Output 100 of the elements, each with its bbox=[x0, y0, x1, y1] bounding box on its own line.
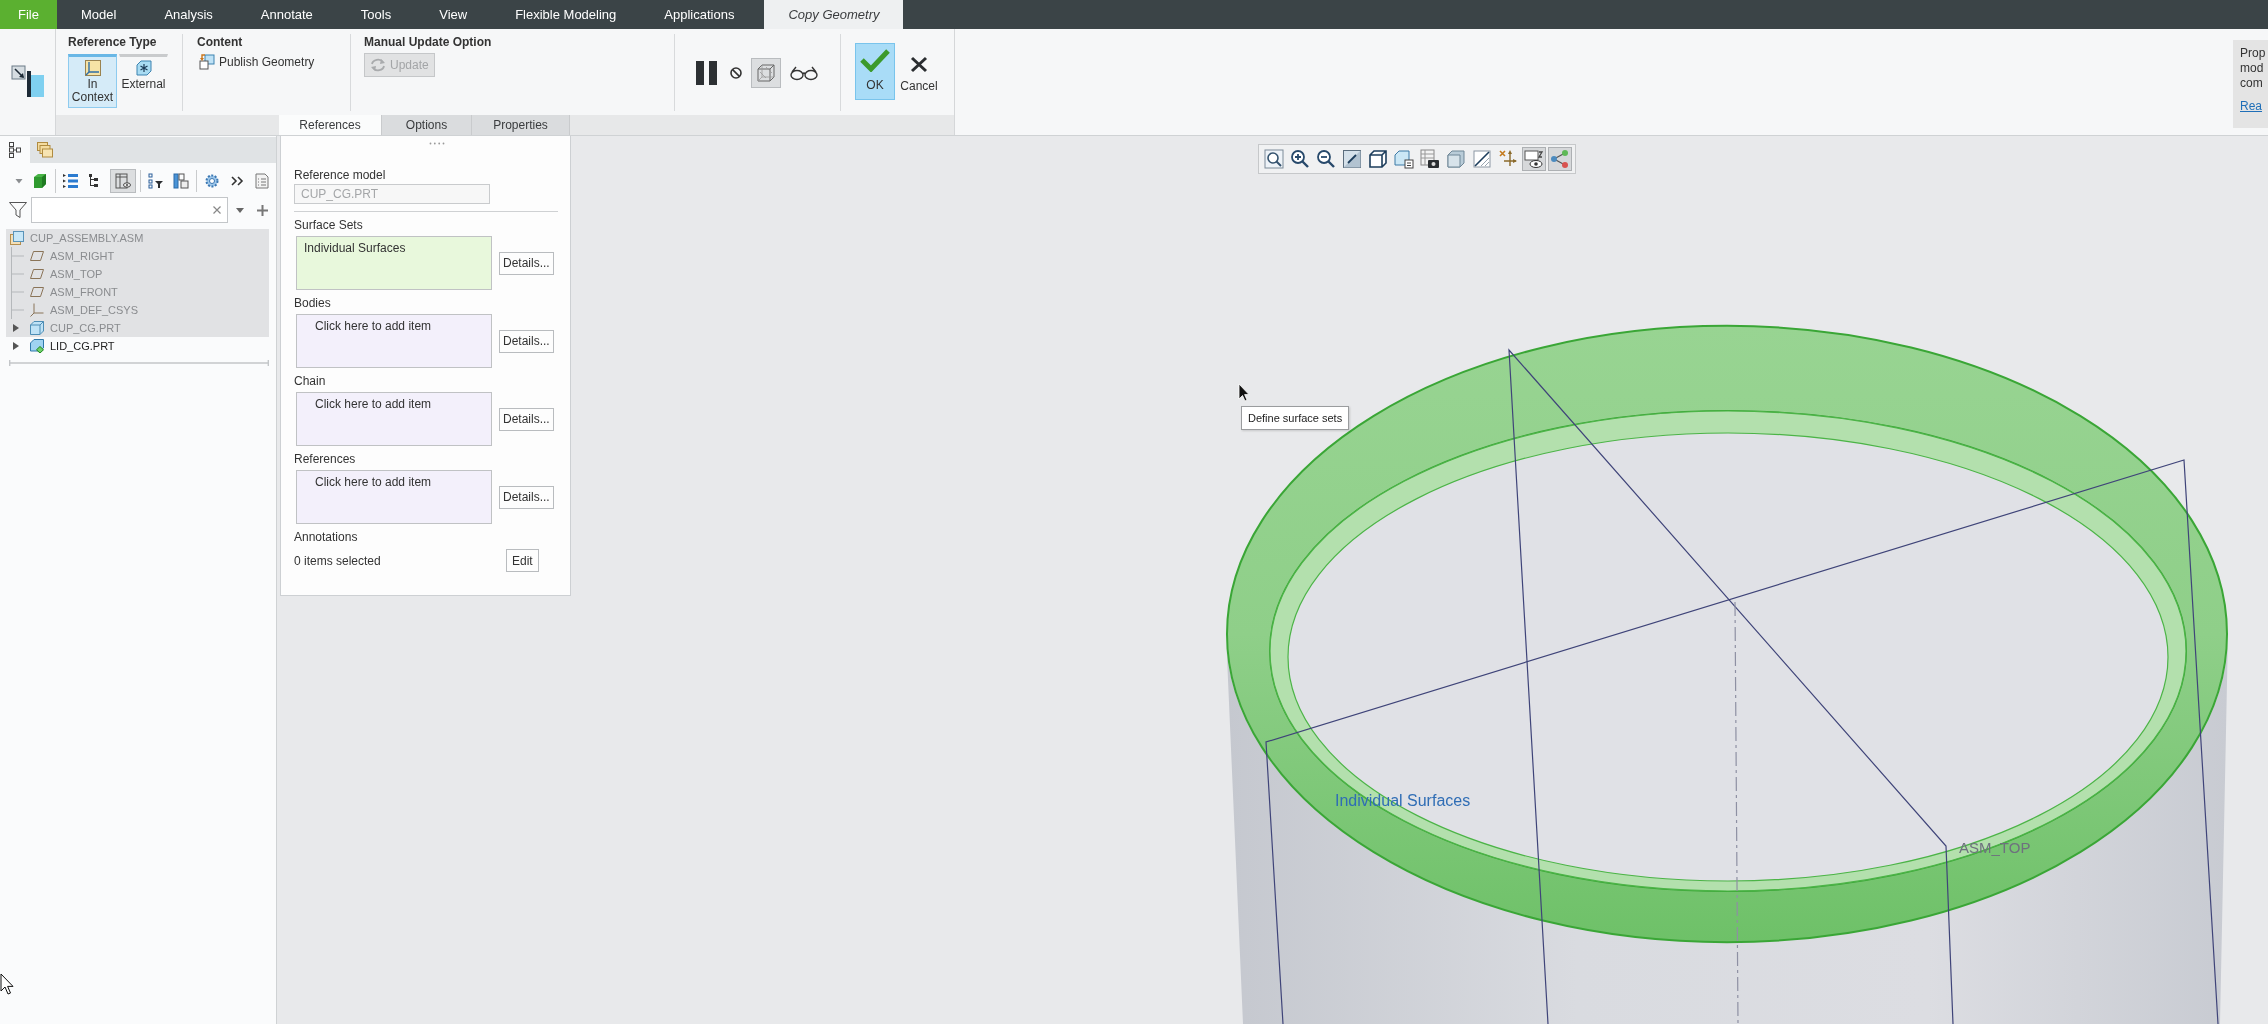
cube-icon bbox=[32, 172, 48, 189]
view-toolbar-button[interactable] bbox=[1470, 147, 1494, 171]
table-eye-icon bbox=[115, 172, 131, 189]
selection-count: 0 items selected bbox=[294, 553, 382, 568]
group-title: Reference Type bbox=[68, 35, 158, 49]
collector-field[interactable]: Click here to add item bbox=[296, 392, 492, 446]
tree-filter-icon bbox=[148, 172, 164, 189]
dialog-tab[interactable]: References bbox=[279, 115, 382, 135]
pause-icon bbox=[696, 60, 718, 85]
columns-icon bbox=[173, 172, 189, 189]
section-label: Annotations bbox=[294, 530, 359, 544]
search-field[interactable] bbox=[31, 197, 228, 223]
notification-text: Prop mod com bbox=[2240, 46, 2267, 91]
tree-connector bbox=[11, 265, 24, 283]
plane-icon bbox=[30, 267, 44, 281]
camera-icon bbox=[1420, 149, 1440, 169]
notification-link[interactable]: Rea bbox=[2240, 99, 2262, 113]
eye-icon bbox=[1524, 149, 1544, 169]
collector-label: Surface Sets bbox=[294, 218, 364, 232]
cube-star-icon bbox=[135, 60, 152, 76]
shaded-cube-icon bbox=[1446, 149, 1466, 169]
scrollbar-track[interactable] bbox=[9, 360, 269, 366]
tree-item[interactable]: LID_CG.PRT bbox=[6, 337, 269, 355]
check-icon bbox=[860, 48, 890, 72]
datum-label: ASM_TOP bbox=[1959, 839, 2031, 856]
field-label: Reference model bbox=[294, 168, 387, 182]
view-toolbar-button[interactable] bbox=[1366, 147, 1390, 171]
view-toolbar-button[interactable] bbox=[1340, 147, 1364, 171]
active-part-icon bbox=[30, 339, 44, 353]
shaded-square-icon bbox=[1342, 149, 1362, 169]
coordinate-system-icon bbox=[30, 303, 44, 317]
layers-icon bbox=[37, 142, 53, 158]
tree-connector bbox=[11, 283, 24, 301]
refresh-icon bbox=[370, 58, 386, 72]
ok-button[interactable]: OK bbox=[855, 43, 895, 100]
clear-icon[interactable] bbox=[213, 206, 221, 214]
view-toolbar-button[interactable] bbox=[1418, 147, 1442, 171]
frame-axes-icon bbox=[84, 60, 101, 76]
cube-sheet-icon bbox=[1394, 149, 1414, 169]
collector-field[interactable]: Click here to add item bbox=[296, 470, 492, 524]
collector-field[interactable]: Individual Surfaces bbox=[296, 236, 492, 290]
filter-icon[interactable] bbox=[9, 202, 27, 218]
view-toolbar-button[interactable] bbox=[1522, 147, 1546, 171]
cursor-icon bbox=[1238, 383, 1250, 402]
zoom-out-icon bbox=[1316, 149, 1336, 169]
tree-icon bbox=[9, 142, 21, 158]
menu-tab[interactable]: Analysis bbox=[140, 0, 237, 29]
dropdown-arrow-icon bbox=[15, 176, 23, 185]
menu-tab[interactable]: Applications bbox=[640, 0, 759, 29]
reference-type-button[interactable]: External bbox=[119, 54, 168, 108]
tree-connector bbox=[11, 247, 24, 265]
plane-icon bbox=[30, 285, 44, 299]
menu-tab[interactable]: Tools bbox=[336, 0, 416, 29]
glasses-icon bbox=[790, 64, 818, 81]
details-button[interactable]: Details... bbox=[499, 407, 554, 431]
dialog-tab[interactable]: Options bbox=[382, 115, 472, 135]
hatched-square-icon bbox=[1472, 149, 1492, 169]
collector-label: Bodies bbox=[294, 296, 332, 310]
cancel-button[interactable]: Cancel bbox=[899, 43, 939, 100]
menu-tab[interactable]: Annotate bbox=[236, 0, 337, 29]
cube-icon bbox=[1368, 149, 1388, 169]
assembly-icon bbox=[10, 231, 24, 245]
document-icon bbox=[254, 172, 270, 189]
menu-tab[interactable]: Copy Geometry bbox=[764, 0, 904, 29]
dropdown-arrow-icon[interactable] bbox=[236, 207, 244, 213]
zoom-in-icon bbox=[1290, 149, 1310, 169]
menu-tab[interactable]: Flexible Modeling bbox=[491, 0, 641, 29]
details-button[interactable]: Details... bbox=[499, 251, 554, 275]
nodes-icon bbox=[1550, 149, 1570, 169]
close-icon bbox=[910, 56, 928, 73]
publish-geometry-icon bbox=[199, 54, 215, 70]
prohibition-icon bbox=[730, 66, 742, 79]
view-toolbar-button[interactable] bbox=[1262, 147, 1286, 171]
group-title: Manual Update Option bbox=[364, 35, 493, 49]
wireframe-box-icon bbox=[756, 62, 776, 83]
collapsed-arrow-icon[interactable] bbox=[13, 324, 19, 332]
panel-tab[interactable] bbox=[0, 137, 30, 163]
collector-label: References bbox=[294, 452, 357, 466]
edit-button[interactable]: Edit bbox=[506, 549, 539, 572]
settings-icon bbox=[204, 172, 220, 189]
zoom-fit-icon bbox=[1264, 149, 1284, 169]
tooltip: Define surface sets bbox=[1241, 406, 1350, 430]
publish-geometry-button[interactable]: Publish Geometry bbox=[197, 52, 317, 72]
details-button[interactable]: Details... bbox=[499, 329, 554, 353]
plane-icon bbox=[30, 249, 44, 263]
tree-connector bbox=[11, 301, 24, 319]
details-button[interactable]: Details... bbox=[499, 485, 554, 509]
list-icon bbox=[63, 172, 79, 189]
collector-field[interactable]: Click here to add item bbox=[296, 314, 492, 368]
part-icon bbox=[30, 321, 44, 335]
collector-label: Chain bbox=[294, 374, 327, 388]
menu-tab[interactable]: Model bbox=[56, 0, 141, 29]
group-title: Content bbox=[197, 35, 244, 49]
axes-icon bbox=[1498, 149, 1518, 169]
collapsed-arrow-icon[interactable] bbox=[13, 342, 19, 350]
dialog-tab[interactable]: Properties bbox=[472, 115, 570, 135]
reference-type-button[interactable]: In Context bbox=[68, 54, 117, 108]
drag-handle-icon[interactable] bbox=[429, 142, 445, 145]
menu-tab[interactable]: View bbox=[415, 0, 492, 29]
plus-icon[interactable] bbox=[257, 204, 268, 216]
